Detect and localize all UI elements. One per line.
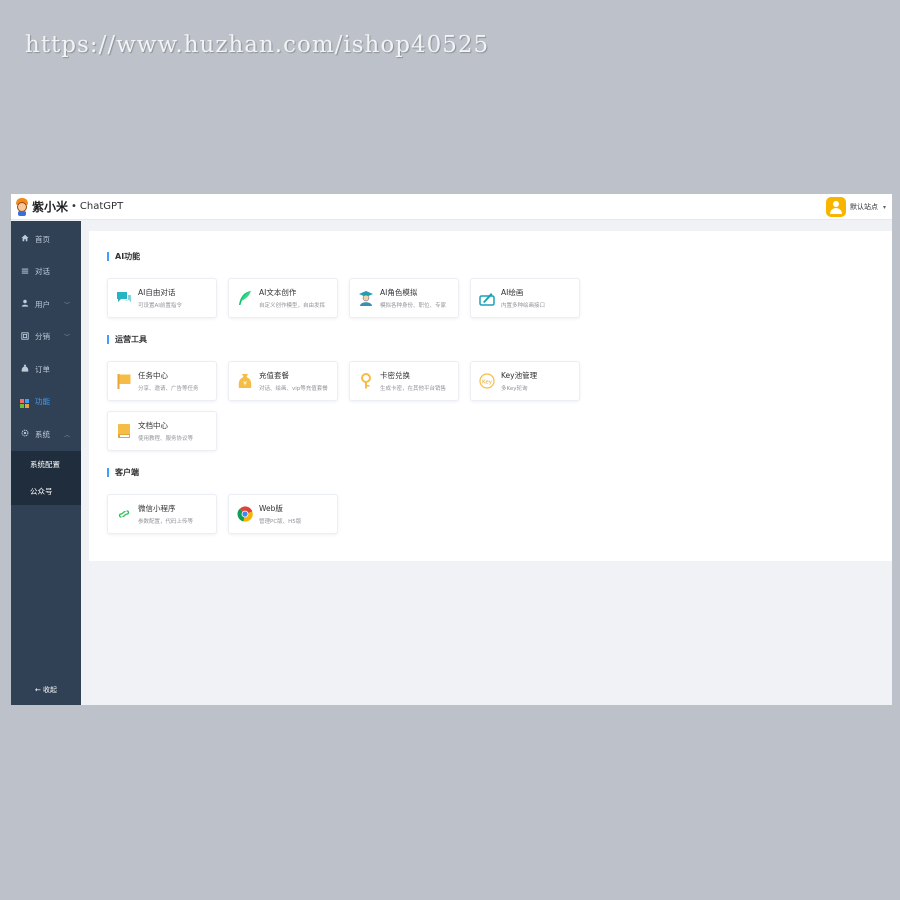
sidebar-item-label: 功能 [35,397,50,407]
sidebar-item-label: 订单 [35,364,50,374]
card-title: AI绘画 [501,288,524,297]
menu-lines-icon [20,267,29,277]
sidebar-item-label: 公众号 [30,486,53,496]
card-title: Key池管理 [501,371,538,380]
card-title: 卡密兑换 [380,371,410,380]
card-description: 可设置AI前置指令 [138,303,182,309]
avatar[interactable] [825,197,846,217]
collapse-sidebar-button[interactable]: ← 收起 [11,685,81,695]
sidebar-item-label: 系统配置 [30,459,60,469]
sidebar-item-system-config[interactable]: 系统配置 [11,451,81,478]
sidebar-item-label: 系统 [35,429,50,439]
card-description: 生成卡密，在其他平台销售 [380,386,447,392]
card-description: 使用教程、服务协议等 [138,436,194,442]
key-icon [361,373,371,389]
share-icon [20,332,29,342]
card-title: 任务中心 [138,371,168,380]
sidebar-item-official-account[interactable]: 公众号 [11,478,81,505]
sidebar-item-home[interactable]: 首页 [11,223,81,256]
money-bag-icon [20,364,29,374]
card-title: Web版 [259,504,283,513]
system-submenu: 系统配置 公众号 [11,450,81,505]
card-description: 参数配置，代码上传等 [138,519,194,525]
home-icon [20,234,29,244]
card-description: 对话、绘画、vip等充值套餐 [259,386,328,392]
mascot-logo-icon [15,197,29,216]
drawing-board-icon [479,293,495,306]
site-name: 默认站点 [849,203,878,211]
money-bag-icon: ¥ [238,374,252,388]
features-panel: AI功能 AI自由对话 可设置AI前置指令 AI文本创作 自定义创作模型，自由发… [89,231,892,561]
card-title: 微信小程序 [138,504,176,513]
sidebar-item-label: 首页 [35,234,50,244]
card-description: 自定义创作模型，自由发挥 [259,303,326,309]
sidebar: 首页 对话 用户 ﹀ 分销 ﹀ 订单 功能 系统 ︿ 系统配置 公众号 ← 收起 [11,221,81,705]
card-title: AI角色模拟 [380,288,418,297]
chevron-up-icon: ︿ [63,431,70,439]
card-description: 模拟各种身份、职位、专家 [380,303,447,309]
card-card-code-exchange[interactable]: 卡密兑换 生成卡密，在其他平台销售 [349,361,459,401]
chat-bubble-icon [117,292,131,303]
brand[interactable]: 紫小米 • ChatGPT [11,197,124,216]
key-circle-icon: Key [479,373,495,389]
watermark-url: https://www.huzhan.com/ishop40525 [25,32,490,58]
sidebar-item-label: 对话 [35,267,50,277]
miniprogram-icon [118,510,130,518]
brand-name: 紫小米 [32,200,69,214]
user-icon [20,299,29,309]
gear-icon [20,429,29,439]
top-bar: 紫小米 • ChatGPT 默认站点 ▾ [11,194,892,220]
section-title-operations: 运营工具 [107,335,147,344]
sidebar-item-label: 用户 [35,299,50,309]
sidebar-item-chat[interactable]: 对话 [11,256,81,289]
sidebar-item-distribution[interactable]: 分销 ﹀ [11,321,81,354]
feather-icon [239,291,251,305]
user-menu[interactable]: 默认站点 ▾ [825,197,886,217]
section-title-ai: AI功能 [107,252,140,261]
card-title: AI自由对话 [138,288,176,297]
card-recharge-packages[interactable]: ¥ 充值套餐 对话、绘画、vip等充值套餐 [228,361,338,401]
card-ai-drawing[interactable]: AI绘画 内置多种绘画接口 [470,278,580,318]
card-document-center[interactable]: 文档中心 使用教程、服务协议等 [107,411,217,451]
chevron-down-icon: ﹀ [63,334,70,342]
sidebar-item-label: 分销 [35,332,50,342]
card-description: 内置多种绘画接口 [501,303,546,309]
card-ai-text-creation[interactable]: AI文本创作 自定义创作模型，自由发挥 [228,278,338,318]
book-icon [118,424,130,438]
admin-window: 紫小米 • ChatGPT 默认站点 ▾ 首页 对话 用户 ﹀ 分销 ﹀ 订单 … [11,194,892,705]
card-description: 多Key轮询 [501,386,528,392]
card-ai-free-chat[interactable]: AI自由对话 可设置AI前置指令 [107,278,217,318]
graduate-icon [359,291,373,306]
caret-down-icon[interactable]: ▾ [883,204,886,211]
grid-icon [20,396,29,408]
card-web-version[interactable]: Web版 管理PC版、H5版 [228,494,338,534]
card-title: AI文本创作 [259,288,297,297]
sidebar-item-features[interactable]: 功能 [11,386,81,419]
card-wechat-miniprogram[interactable]: 微信小程序 参数配置，代码上传等 [107,494,217,534]
chrome-icon [237,506,253,522]
sidebar-item-system[interactable]: 系统 ︿ [11,418,81,451]
card-task-center[interactable]: 任务中心 分享、邀请、广告等任务 [107,361,217,401]
svg-text:Key: Key [482,379,493,385]
flag-icon [117,374,131,389]
brand-separator: • [71,201,77,212]
card-description: 分享、邀请、广告等任务 [138,386,199,392]
chevron-down-icon: ﹀ [63,301,70,309]
card-title: 充值套餐 [259,371,289,380]
svg-text:¥: ¥ [243,381,247,388]
card-title: 文档中心 [138,421,168,430]
sidebar-item-users[interactable]: 用户 ﹀ [11,288,81,321]
sidebar-item-orders[interactable]: 订单 [11,353,81,386]
card-key-pool[interactable]: Key Key池管理 多Key轮询 [470,361,580,401]
brand-subtitle: ChatGPT [79,201,124,212]
card-ai-role-play[interactable]: AI角色模拟 模拟各种身份、职位、专家 [349,278,459,318]
card-description: 管理PC版、H5版 [259,519,302,525]
section-title-clients: 客户端 [107,468,139,477]
